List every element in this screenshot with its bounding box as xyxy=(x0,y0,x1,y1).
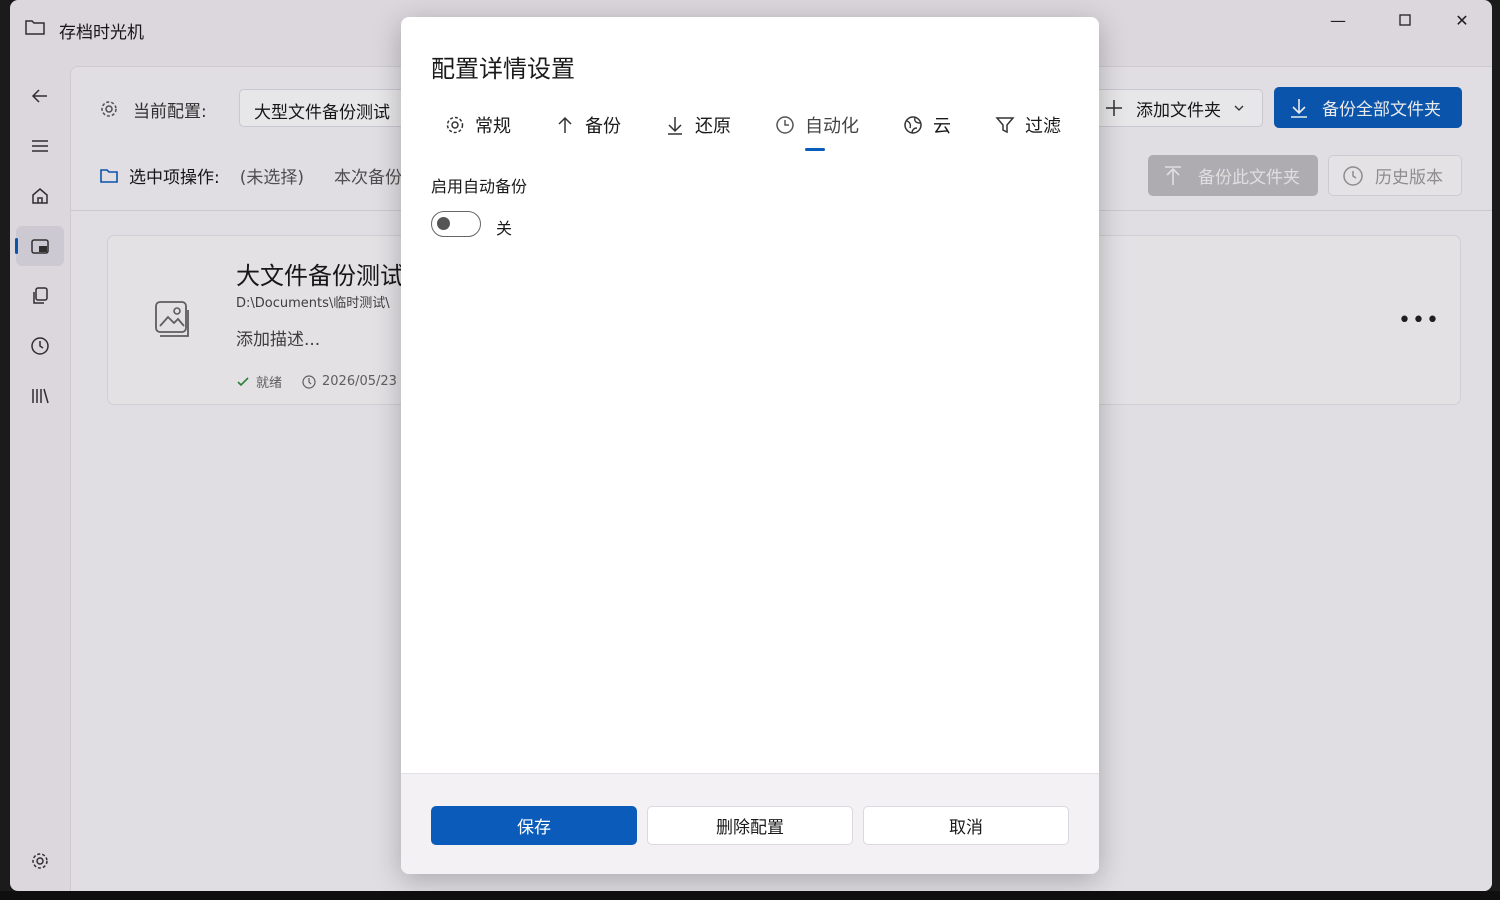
globe-icon xyxy=(903,115,923,135)
tab-general[interactable]: 常规 xyxy=(431,109,511,141)
settings-tabs: 常规 备份 还原 自动化 云 过滤 xyxy=(431,109,1091,151)
save-button[interactable]: 保存 xyxy=(431,806,637,845)
delete-config-button[interactable]: 删除配置 xyxy=(647,806,853,845)
filter-icon xyxy=(995,115,1015,135)
arrow-up-icon xyxy=(555,115,575,135)
tab-cloud[interactable]: 云 xyxy=(889,109,951,141)
gear-icon xyxy=(445,115,465,135)
config-details-dialog: 配置详情设置 常规 备份 还原 自动化 云 过滤 启用自动备份 关 保存 删除配… xyxy=(401,17,1099,874)
auto-backup-toggle[interactable] xyxy=(431,211,481,237)
cancel-button[interactable]: 取消 xyxy=(863,806,1069,845)
tab-filter-label: 过滤 xyxy=(1025,116,1061,137)
tab-general-label: 常规 xyxy=(475,116,511,137)
arrow-down-icon xyxy=(665,115,685,135)
dialog-footer: 保存 删除配置 取消 xyxy=(401,773,1099,874)
auto-backup-label: 启用自动备份 xyxy=(431,177,528,196)
toggle-state-text: 关 xyxy=(496,219,513,238)
clock-icon xyxy=(775,115,795,135)
tab-automation[interactable]: 自动化 xyxy=(761,109,859,151)
tab-restore[interactable]: 还原 xyxy=(651,109,731,141)
tab-cloud-label: 云 xyxy=(933,116,951,137)
tab-restore-label: 还原 xyxy=(695,116,731,137)
tab-automation-label: 自动化 xyxy=(805,116,859,137)
tab-backup-label: 备份 xyxy=(585,116,621,137)
tab-filter[interactable]: 过滤 xyxy=(981,109,1061,141)
tab-backup[interactable]: 备份 xyxy=(541,109,621,141)
dialog-title: 配置详情设置 xyxy=(431,55,575,83)
toggle-knob xyxy=(437,217,450,230)
